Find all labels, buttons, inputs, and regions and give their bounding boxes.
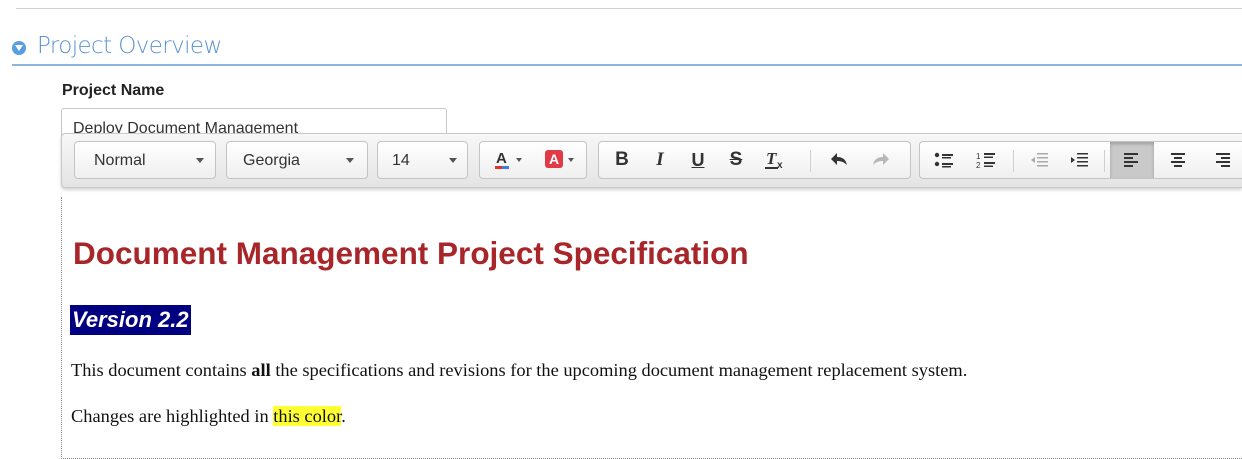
paragraph-text: This document contains (71, 360, 252, 380)
bullet-list-icon (934, 152, 953, 168)
toolbar-separator (1104, 150, 1105, 172)
svg-text:2: 2 (976, 161, 981, 169)
project-name-label: Project Name (62, 82, 165, 99)
toolbar-separator (1013, 150, 1014, 172)
underline-button[interactable]: U (679, 142, 717, 178)
undo-icon (831, 153, 847, 165)
section-header[interactable]: Project Overview (12, 30, 1242, 66)
text-color-icon: A (495, 150, 522, 169)
svg-text:A: A (496, 150, 507, 167)
align-center-button[interactable] (1156, 142, 1200, 178)
section-title: Project Overview (37, 33, 222, 59)
bullet-list-button[interactable] (924, 142, 964, 178)
align-left-icon (1124, 153, 1138, 167)
chevron-down-icon (449, 158, 457, 163)
color-group: A A (479, 141, 587, 179)
bold-button[interactable]: B (603, 142, 641, 178)
highlighted-text: this color (273, 406, 342, 426)
document-paragraph: This document contains all the specifica… (71, 360, 967, 381)
chevron-down-icon (346, 158, 354, 163)
svg-text:T: T (766, 149, 777, 168)
format-select-value: Normal (94, 152, 146, 169)
size-select[interactable]: 14 (377, 141, 468, 179)
clear-format-icon: T x (765, 149, 783, 171)
font-select[interactable]: Georgia (226, 141, 368, 179)
strikethrough-button[interactable]: S (717, 142, 755, 178)
version-label: Version 2.2 (70, 305, 191, 335)
outdent-icon (1031, 153, 1048, 167)
numbered-list-icon: 1 2 (976, 152, 995, 169)
undo-button[interactable] (819, 142, 859, 178)
indent-icon (1071, 153, 1088, 167)
size-select-value: 14 (392, 152, 410, 169)
indent-button[interactable] (1060, 142, 1098, 178)
svg-text:1: 1 (976, 152, 981, 161)
align-right-button[interactable] (1200, 142, 1242, 178)
text-color-button[interactable]: A (484, 142, 534, 178)
numbered-list-button[interactable]: 1 2 (966, 142, 1006, 178)
italic-button[interactable]: I (641, 142, 679, 178)
redo-button[interactable] (861, 142, 901, 178)
paragraph-group: 1 2 (919, 141, 1242, 179)
format-select[interactable]: Normal (74, 141, 216, 179)
redo-icon (873, 153, 889, 165)
svg-text:A: A (549, 151, 559, 167)
outdent-button[interactable] (1020, 142, 1058, 178)
chevron-down-icon (196, 158, 204, 163)
document-paragraph: Changes are highlighted in this color. (71, 406, 346, 427)
background-color-button[interactable]: A (536, 142, 586, 178)
bold-word: all (251, 360, 271, 380)
paragraph-text: the specifications and revisions for the… (270, 360, 968, 380)
paragraph-text: . (341, 406, 346, 426)
align-left-button[interactable] (1110, 142, 1154, 178)
editor-content[interactable]: Document Management Project Specificatio… (61, 197, 1242, 459)
collapse-toggle-icon[interactable] (12, 41, 26, 55)
top-divider (16, 8, 1242, 9)
format-group: B I U S T x (598, 141, 911, 179)
svg-text:x: x (777, 160, 783, 171)
toolbar-separator (810, 150, 811, 172)
paragraph-text: Changes are highlighted in (71, 406, 274, 426)
align-right-icon (1216, 153, 1230, 167)
clear-format-button[interactable]: T x (755, 142, 797, 178)
align-center-icon (1171, 153, 1185, 167)
editor-toolbar: Normal Georgia 14 A A B I U S T x 1 2 (61, 133, 1242, 188)
document-heading: Document Management Project Specificatio… (73, 235, 749, 271)
background-color-icon: A (545, 150, 574, 168)
font-select-value: Georgia (243, 152, 300, 169)
